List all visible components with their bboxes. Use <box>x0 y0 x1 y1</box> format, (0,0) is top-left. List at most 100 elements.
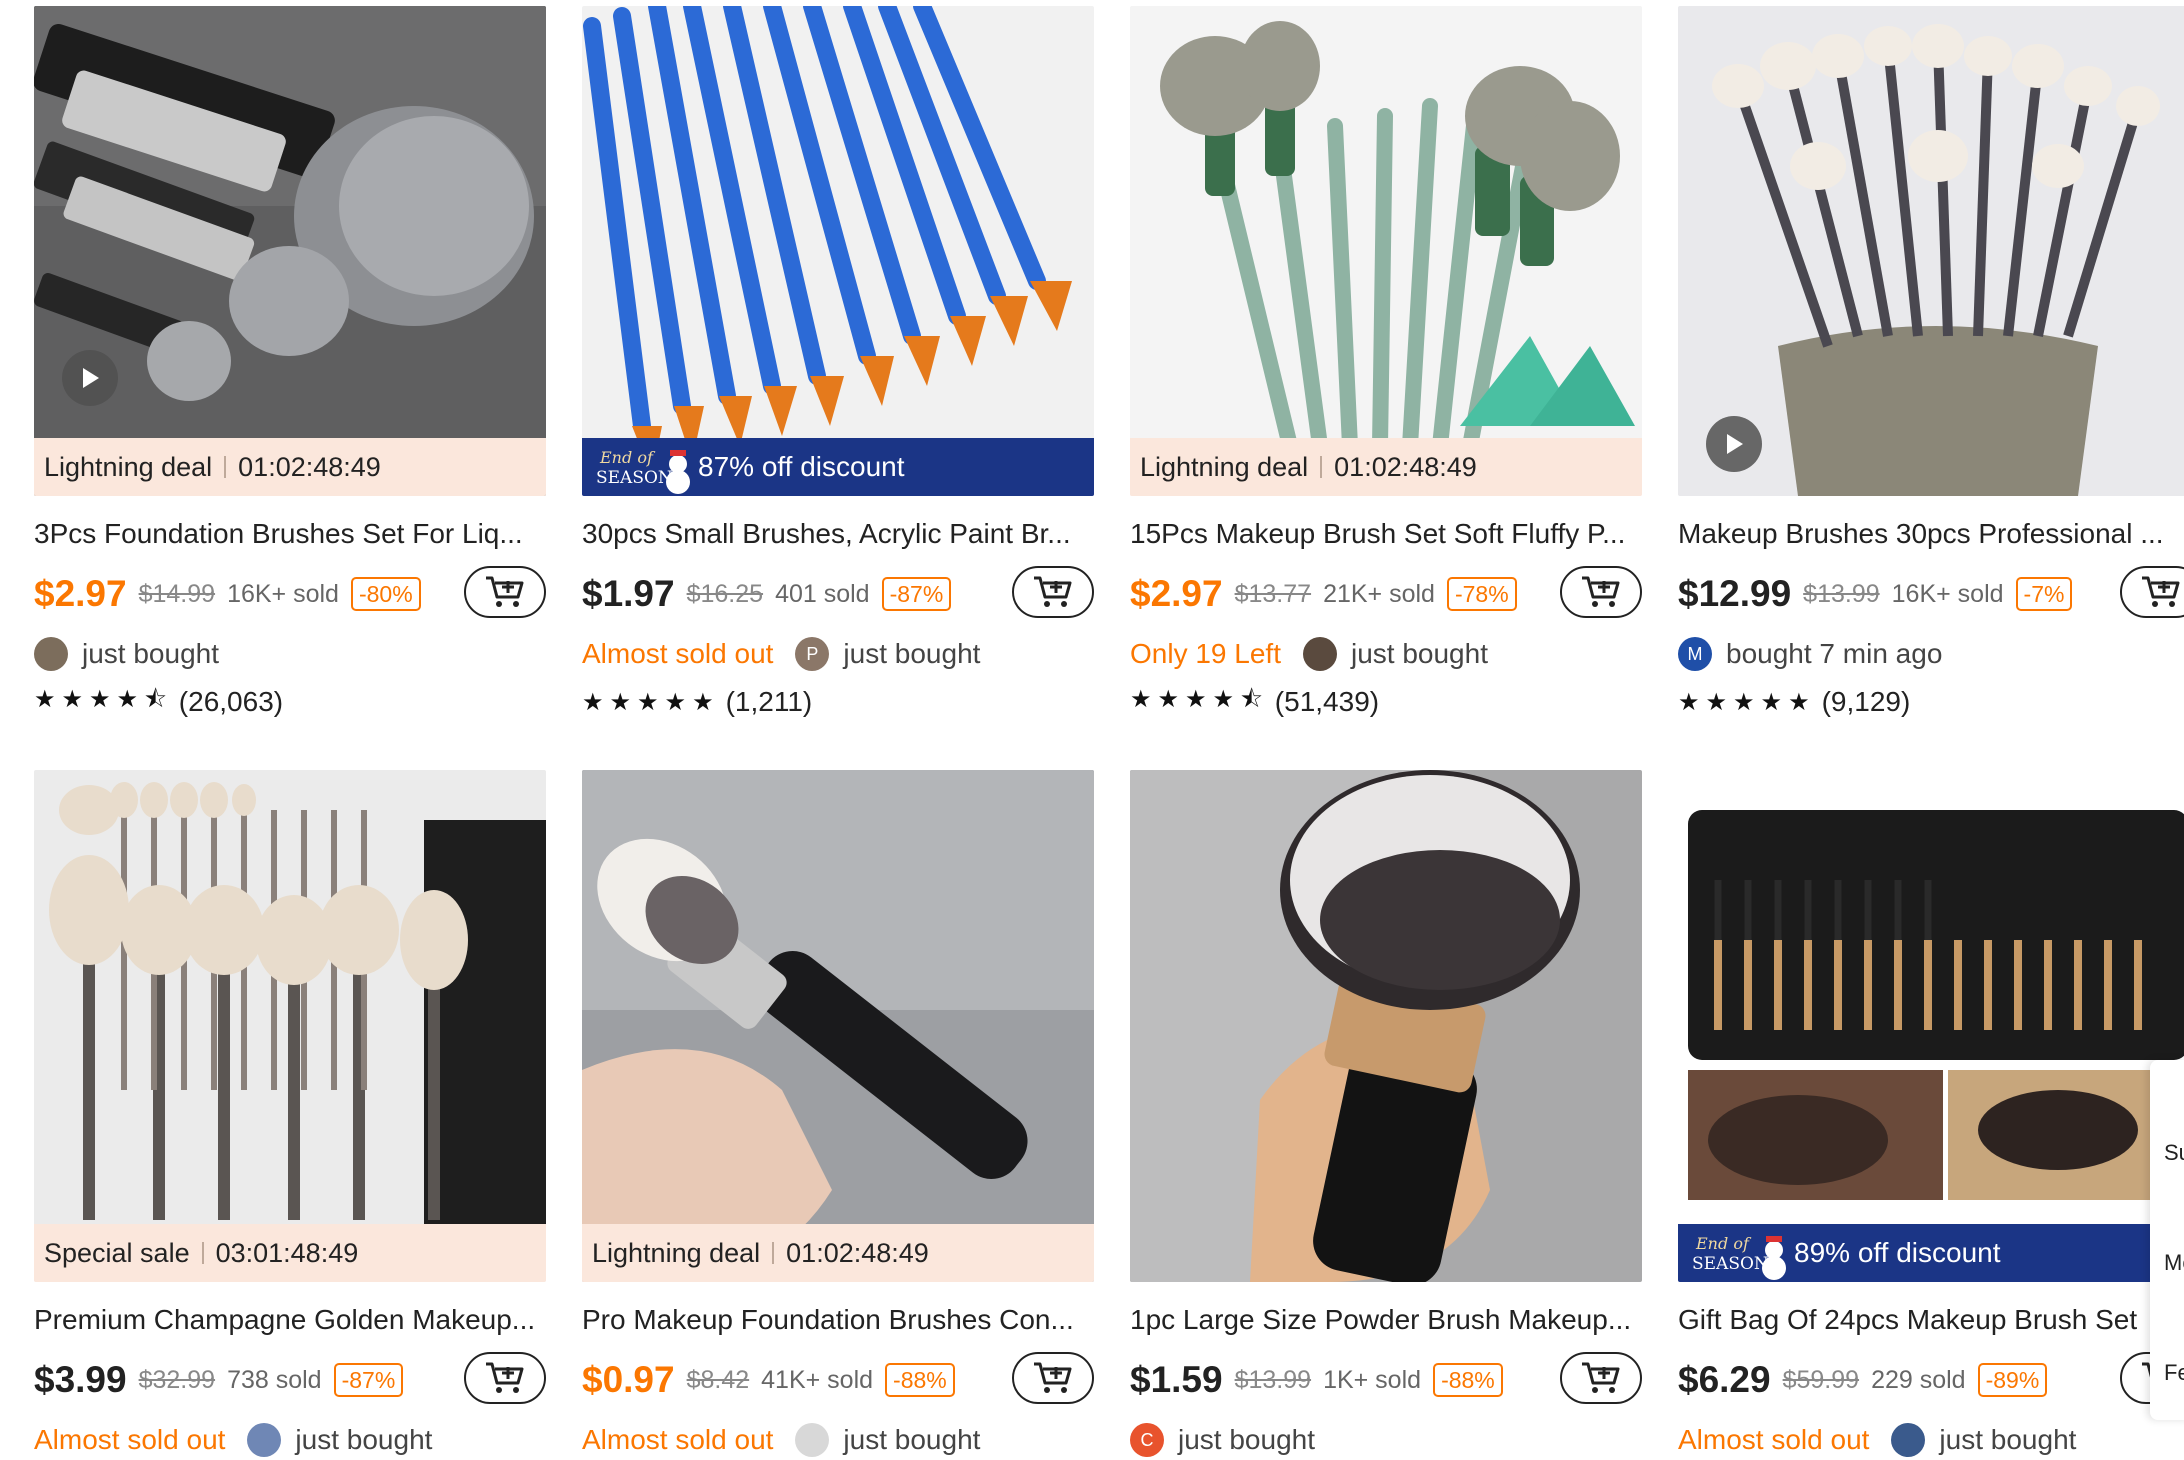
promo-divider <box>224 456 227 478</box>
price-row: $1.97 $16.25 401 sold -87% <box>582 566 1094 622</box>
stock-urgency: Almost sold out <box>582 1424 774 1455</box>
product-image[interactable]: End of SEASON 89% off discount <box>1678 770 2184 1282</box>
buyer-text: bought 7 min ago <box>1726 638 1943 669</box>
buyer-avatar <box>34 637 68 671</box>
stock-urgency: Only 19 Left <box>1130 638 1281 669</box>
original-price: $13.77 <box>1234 579 1312 608</box>
product-title[interactable]: Premium Champagne Golden Makeup... <box>34 1302 546 1338</box>
product-card[interactable]: Lightning deal 01:02:48:49 Pro Makeup Fo… <box>582 770 1094 1460</box>
product-card[interactable]: Special sale 03:01:48:49 Premium Champag… <box>34 770 546 1460</box>
season-logo-line1: End of <box>1695 1234 1752 1253</box>
product-card[interactable]: End of SEASON 89% off discount Gift Bag … <box>1678 770 2184 1460</box>
product-title[interactable]: 30pcs Small Brushes, Acrylic Paint Br... <box>582 516 1094 552</box>
promo-label: 89% off discount <box>1794 1237 2001 1268</box>
promo-divider <box>772 1242 775 1264</box>
product-image[interactable]: Lightning deal 01:02:48:49 <box>34 6 546 496</box>
discount-badge: -87% <box>333 1363 404 1397</box>
end-of-season-logo: End of SEASON <box>596 448 690 494</box>
end-of-season-logo: End of SEASON <box>1692 1234 1786 1280</box>
add-to-cart-icon <box>486 576 524 607</box>
recent-buyer: Only 19 Left just bought <box>1130 634 1642 674</box>
add-to-cart-icon <box>1582 1362 1620 1393</box>
buyer-avatar: P <box>795 637 830 671</box>
product-title[interactable]: Gift Bag Of 24pcs Makeup Brush Set <box>1678 1302 2184 1338</box>
discount-badge: -7% <box>2015 577 2073 611</box>
price-row: $3.99 $32.99 738 sold -87% <box>34 1352 546 1408</box>
promo-divider <box>201 1242 204 1264</box>
sold-count: 16K+ sold <box>227 579 339 608</box>
price-row: $6.29 $59.99 229 sold -89% <box>1678 1352 2184 1408</box>
end-of-season-banner: End of SEASON 89% off discount <box>1678 1224 2184 1282</box>
add-to-cart-button[interactable] <box>464 566 546 618</box>
add-to-cart-button[interactable] <box>464 1352 546 1404</box>
product-card[interactable]: End of SEASON 87% off discount 30pcs Sma… <box>582 6 1094 720</box>
sold-count: 16K+ sold <box>1891 579 2004 608</box>
product-card[interactable]: 1pc Large Size Powder Brush Makeup... $1… <box>1130 770 1642 1460</box>
buyer-text: just bought <box>1350 638 1488 669</box>
product-title[interactable]: 3Pcs Foundation Brushes Set For Liq... <box>34 516 546 552</box>
original-price: $13.99 <box>1803 579 1880 608</box>
add-to-cart-icon <box>1034 1362 1072 1393</box>
product-photo-foundation-brushes <box>34 6 546 496</box>
add-to-cart-icon <box>1582 576 1620 607</box>
play-video-button[interactable] <box>62 350 118 406</box>
sale-price: $12.99 <box>1678 573 1792 614</box>
star-rating-icon: ★★★★⯪ <box>34 685 173 713</box>
stock-urgency: Almost sold out <box>34 1424 226 1455</box>
play-video-button[interactable] <box>1706 416 1762 472</box>
discount-badge: -89% <box>1977 1363 2048 1397</box>
product-image[interactable] <box>1678 6 2184 496</box>
sold-count: 738 sold <box>227 1365 322 1394</box>
promo-divider <box>1320 456 1323 478</box>
buyer-avatar <box>795 1423 830 1457</box>
sold-count: 41K+ sold <box>761 1365 874 1394</box>
buyer-text: just bought <box>1178 1424 1315 1455</box>
product-title[interactable]: 15Pcs Makeup Brush Set Soft Fluffy P... <box>1130 516 1642 552</box>
discount-badge: -87% <box>881 577 952 611</box>
add-to-cart-button[interactable] <box>1012 566 1094 618</box>
rating-row: ★★★★★ (9,129) <box>1678 684 2184 720</box>
product-photo-acrylic-paint-brushes <box>582 6 1094 496</box>
side-flyout-panel[interactable]: Su Mo Fe <box>2150 1060 2184 1420</box>
original-price: $13.99 <box>1234 1365 1312 1394</box>
recent-buyer: Almost sold out just bought <box>582 1420 1094 1460</box>
buyer-avatar <box>247 1423 282 1457</box>
price-row: $12.99 $13.99 16K+ sold -7% <box>1678 566 2184 622</box>
promo-label: Lightning deal <box>44 451 213 482</box>
product-title[interactable]: Makeup Brushes 30pcs Professional ... <box>1678 516 2184 552</box>
product-title[interactable]: Pro Makeup Foundation Brushes Con... <box>582 1302 1094 1338</box>
review-count: (1,211) <box>725 686 813 717</box>
promo-label: Special sale <box>44 1237 190 1268</box>
stock-urgency: Almost sold out <box>1678 1424 1870 1455</box>
star-rating-icon: ★★★★★ <box>582 688 720 716</box>
product-image[interactable]: Lightning deal 01:02:48:49 <box>1130 6 1642 496</box>
original-price: $32.99 <box>138 1365 216 1394</box>
add-to-cart-button[interactable] <box>1560 566 1642 618</box>
product-card[interactable]: Makeup Brushes 30pcs Professional ... $1… <box>1678 6 2184 720</box>
promo-timer: 03:01:48:49 <box>215 1237 359 1268</box>
add-to-cart-icon <box>486 1362 524 1393</box>
buyer-text: just bought <box>295 1424 433 1455</box>
product-card[interactable]: Lightning deal 01:02:48:49 15Pcs Makeup … <box>1130 6 1642 720</box>
buyer-text: just bought <box>843 1424 981 1455</box>
product-title[interactable]: 1pc Large Size Powder Brush Makeup... <box>1130 1302 1642 1338</box>
add-to-cart-button[interactable] <box>2120 566 2184 618</box>
add-to-cart-button[interactable] <box>1560 1352 1642 1404</box>
product-image[interactable]: End of SEASON 87% off discount <box>582 6 1094 496</box>
price-row: $1.59 $13.99 1K+ sold -88% <box>1130 1352 1642 1408</box>
play-icon <box>83 368 99 388</box>
product-image[interactable]: Special sale 03:01:48:49 <box>34 770 546 1282</box>
recent-buyer: C just bought <box>1130 1420 1642 1460</box>
product-photo-champagne-brushes <box>34 770 546 1282</box>
sale-price: $1.59 <box>1130 1359 1223 1400</box>
price-row: $2.97 $14.99 16K+ sold -80% <box>34 566 546 622</box>
promo-label: Lightning deal <box>592 1237 761 1268</box>
product-image[interactable] <box>1130 770 1642 1282</box>
sale-price: $3.99 <box>34 1359 127 1400</box>
product-image[interactable]: Lightning deal 01:02:48:49 <box>582 770 1094 1282</box>
add-to-cart-button[interactable] <box>1012 1352 1094 1404</box>
review-count: (9,129) <box>1821 686 1911 717</box>
promo-label: Lightning deal <box>1140 451 1309 482</box>
product-card[interactable]: Lightning deal 01:02:48:49 3Pcs Foundati… <box>34 6 546 720</box>
sale-price: $6.29 <box>1678 1359 1771 1400</box>
